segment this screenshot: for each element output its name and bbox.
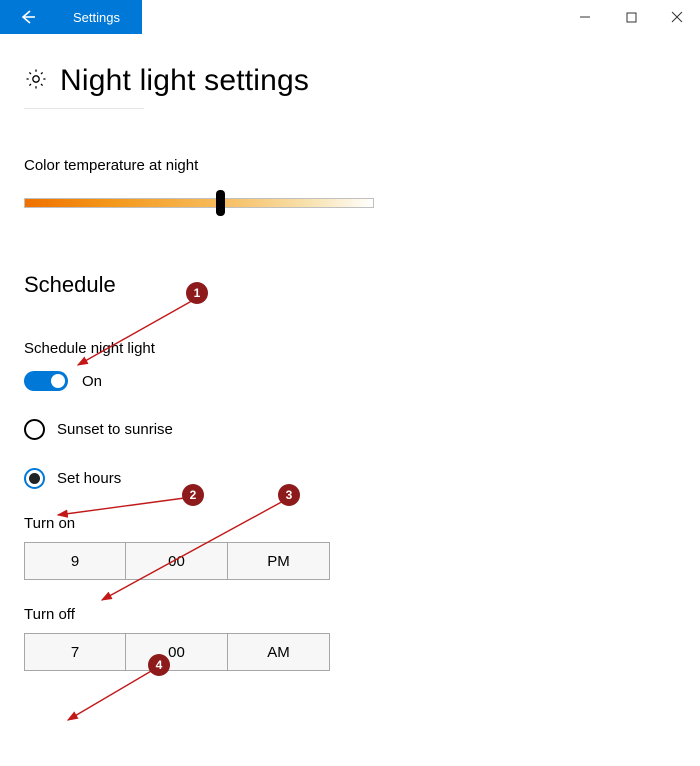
- window-controls: [562, 0, 700, 34]
- turn-off-label: Turn off: [24, 606, 676, 623]
- toggle-state-label: On: [82, 373, 102, 390]
- annotation-badge-3: 3: [278, 484, 300, 506]
- slider-thumb[interactable]: [216, 190, 225, 216]
- annotation-badge-2: 2: [182, 484, 204, 506]
- schedule-toggle-label: Schedule night light: [24, 340, 676, 357]
- annotation-badge-4: 4: [148, 654, 170, 676]
- page-title: Night light settings: [60, 64, 309, 98]
- divider: [24, 108, 144, 109]
- color-temp-label: Color temperature at night: [24, 157, 676, 174]
- slider-track: [24, 198, 374, 208]
- turn-on-ampm[interactable]: PM: [228, 542, 330, 580]
- app-title: Settings: [55, 0, 142, 34]
- color-temp-slider[interactable]: [24, 192, 374, 216]
- turn-off-hour[interactable]: 7: [24, 633, 126, 671]
- turn-off-time-picker: 7 00 AM: [24, 633, 676, 671]
- radio-icon: [24, 468, 45, 489]
- minimize-button[interactable]: [562, 0, 608, 34]
- toggle-knob: [51, 374, 65, 388]
- radio-icon: [24, 419, 45, 440]
- radio-set-hours[interactable]: Set hours: [24, 468, 676, 489]
- radio-label: Sunset to sunrise: [57, 421, 173, 438]
- turn-off-ampm[interactable]: AM: [228, 633, 330, 671]
- turn-on-hour[interactable]: 9: [24, 542, 126, 580]
- radio-sunset-to-sunrise[interactable]: Sunset to sunrise: [24, 419, 676, 440]
- turn-on-time-picker: 9 00 PM: [24, 542, 676, 580]
- radio-label: Set hours: [57, 470, 121, 487]
- content-area: Night light settings Color temperature a…: [0, 34, 700, 695]
- schedule-toggle[interactable]: [24, 371, 68, 391]
- title-bar: Settings: [0, 0, 700, 34]
- turn-on-label: Turn on: [24, 515, 676, 532]
- schedule-heading: Schedule: [24, 272, 676, 298]
- maximize-button[interactable]: [608, 0, 654, 34]
- close-button[interactable]: [654, 0, 700, 34]
- back-button[interactable]: [0, 0, 55, 34]
- gear-icon: [24, 67, 48, 96]
- turn-off-minute[interactable]: 00: [126, 633, 228, 671]
- annotation-badge-1: 1: [186, 282, 208, 304]
- turn-on-minute[interactable]: 00: [126, 542, 228, 580]
- page-header: Night light settings: [24, 64, 676, 98]
